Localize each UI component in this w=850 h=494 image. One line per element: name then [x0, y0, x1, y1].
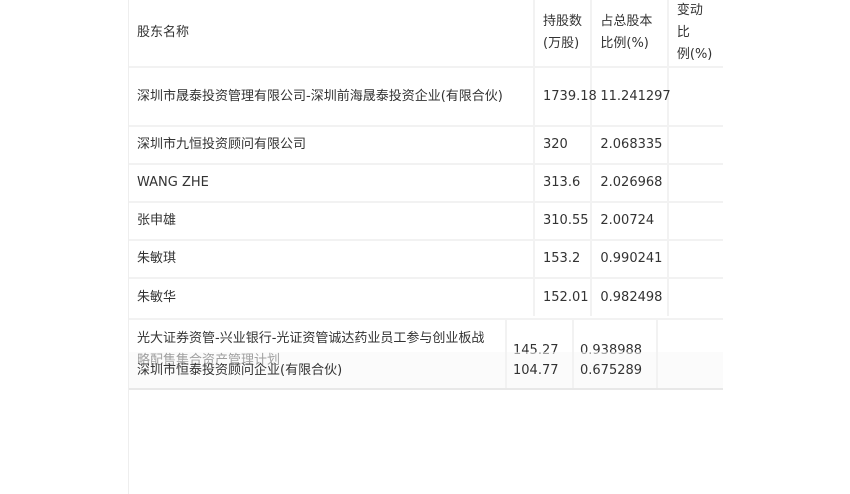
table-row: WANG ZHE 313.6 2.026968 — [129, 164, 723, 202]
cell-shares: 1739.18 — [534, 67, 597, 126]
shareholder-table: 股东名称 持股数 (万股) 占总股本 比例(%) 变动比 例(%) 深圳市晟泰投资管理… — [129, 0, 723, 316]
table-row: 张申雄 310.55 2.00724 — [129, 202, 723, 240]
cell-name: 朱敏琪 — [129, 240, 535, 278]
table-row: 深圳市恒泰投资顾问企业(有限合伙) 104.77 0.675289 — [129, 352, 723, 388]
cell-name: 深圳市九恒投资顾问有限公司 — [129, 126, 535, 164]
cell-change — [668, 278, 723, 316]
cell-change — [668, 126, 723, 164]
table-row: 深圳市晟泰投资管理有限公司-深圳前海晟泰投资企业(有限合伙) 1739.18 1… — [129, 67, 723, 126]
cell-name: 张申雄 — [129, 202, 535, 240]
column-divider — [505, 318, 507, 390]
header-shares: 持股数 (万股) — [534, 0, 593, 67]
cell-change — [668, 67, 723, 126]
header-shareholder-name: 股东名称 — [129, 0, 535, 67]
cell-name: 深圳市恒泰投资顾问企业(有限合伙) — [137, 363, 343, 378]
cell-change — [668, 164, 723, 202]
cell-name: 朱敏华 — [129, 278, 535, 316]
table-bottom-border — [129, 388, 723, 390]
cell-name: 深圳市晟泰投资管理有限公司-深圳前海晟泰投资企业(有限合伙) — [129, 67, 535, 126]
table-row: 深圳市九恒投资顾问有限公司 320 2.068335 — [129, 126, 723, 164]
cell-shares: 313.6 — [534, 164, 593, 202]
header-ratio: 占总股本 比例(%) — [591, 0, 669, 67]
shareholder-table-panel: 股东名称 持股数 (万股) 占总股本 比例(%) 变动比 例(%) 深圳市晟泰投资管理… — [128, 0, 723, 494]
table-row: 朱敏琪 153.2 0.990241 — [129, 240, 723, 278]
cell-ratio: 2.00724 — [591, 202, 669, 240]
cell-ratio: 2.026968 — [591, 164, 669, 202]
cell-shares: 152.01 — [534, 278, 593, 316]
cell-shares: 104.77 — [513, 363, 559, 378]
header-change: 变动比 例(%) — [676, 3, 713, 62]
table-row: 朱敏华 152.01 0.982498 — [129, 278, 723, 316]
cell-shares: 320 — [534, 126, 593, 164]
cell-ratio: 0.990241 — [591, 240, 669, 278]
cell-ratio: 0.982498 — [591, 278, 669, 316]
column-divider — [656, 318, 658, 390]
cell-ratio: 11.241297 — [591, 67, 671, 126]
column-divider — [572, 318, 574, 390]
cell-shares: 153.2 — [534, 240, 593, 278]
table-header-row: 股东名称 持股数 (万股) 占总股本 比例(%) 变动比 例(%) — [129, 0, 723, 67]
cell-name: WANG ZHE — [129, 164, 535, 202]
cell-change — [668, 202, 723, 240]
cell-ratio: 0.675289 — [580, 363, 643, 378]
cell-ratio: 2.068335 — [591, 126, 669, 164]
cell-change — [668, 240, 723, 278]
cell-shares: 310.55 — [534, 202, 593, 240]
